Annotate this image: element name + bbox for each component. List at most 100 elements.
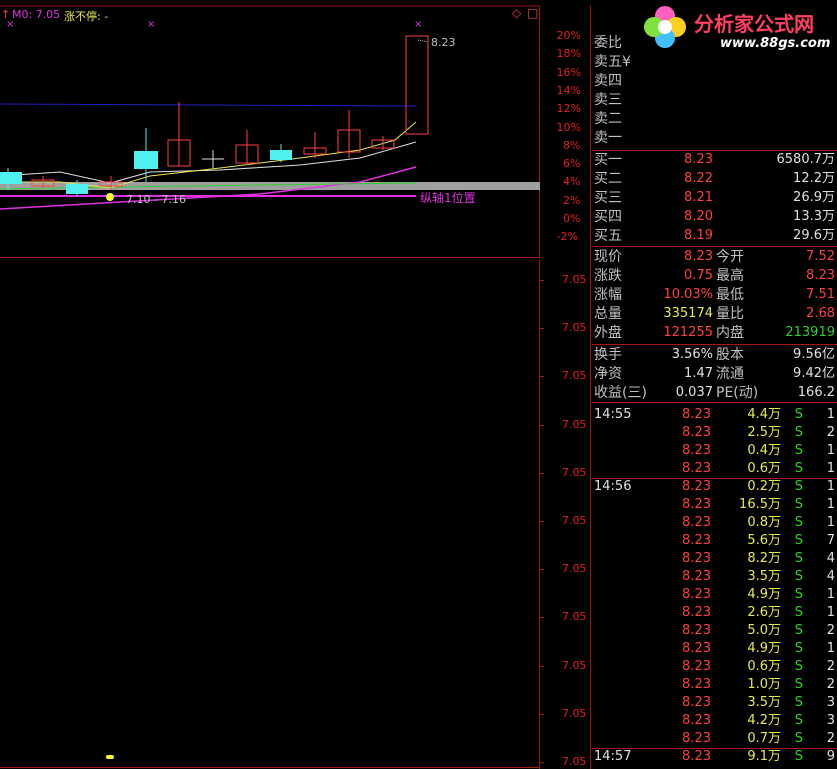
trade-volume: 8.2万 [747,551,781,566]
trade-row[interactable]: 8.23 5.0万 S 2 [592,622,837,640]
trade-row[interactable]: 14:57 8.23 9.1万 S 9 [592,748,837,766]
trade-count: 4 [826,569,835,584]
y-tick-label: 7.05 [562,369,587,383]
quote-value: 7.51 [806,287,835,302]
trade-row[interactable]: 8.23 5.6万 S 7 [592,532,837,550]
trade-count: 9 [826,749,835,764]
trade-time: 14:55 [594,407,632,422]
trade-price: 8.23 [682,587,711,602]
kline-chart[interactable]: × × × [0,0,540,258]
sell-label: 卖二 [594,111,622,127]
x-marker: × [147,19,155,30]
buy-row[interactable]: 买五 8.19 29.6万 [592,227,837,245]
sell-row[interactable]: 卖一 [592,129,837,147]
buy-volume: 12.2万 [793,171,835,186]
trade-price: 8.23 [682,677,711,692]
trade-price: 8.23 [682,749,711,764]
buy-price: 8.19 [684,228,713,243]
sell-row[interactable]: 卖二 [592,110,837,128]
quote-value: 7.52 [806,249,835,264]
trade-side: S [794,533,803,548]
trade-price: 8.23 [682,533,711,548]
trade-row[interactable]: 8.23 2.5万 S 2 [592,424,837,442]
axis-note: 纵轴1位置 [420,191,476,205]
quote-row: 涨幅 10.03% 最低 7.51 [592,286,837,304]
trade-row[interactable]: 8.23 4.9万 S 1 [592,640,837,658]
volume-chart[interactable] [0,260,540,769]
trade-volume: 4.9万 [747,641,781,656]
buy-label: 买二 [594,171,622,187]
quote-label: 总量 [594,306,622,322]
trade-count: 2 [826,731,835,746]
quote-label: 今开 [716,249,744,265]
sell-row[interactable]: 卖五 ¥ [592,53,837,71]
fundamental-value: 9.56亿 [793,347,835,362]
resistance-line [0,103,417,107]
window-icon[interactable]: □ [527,6,538,20]
fundamental-row: 收益(三) 0.037 PE(动) 166.2 [592,384,837,402]
y-tick-mark [540,472,544,474]
trade-row[interactable]: 8.23 0.6万 S 2 [592,658,837,676]
trade-count: 1 [826,515,835,530]
trade-row[interactable]: 14:55 8.23 4.4万 S 1 [592,406,837,424]
trade-row[interactable]: 8.23 3.5万 S 3 [592,694,837,712]
trade-volume: 0.6万 [747,659,781,674]
trade-side: S [794,407,803,422]
quote-label: 量比 [716,306,744,322]
trade-side: S [794,515,803,530]
quote-value: 10.03% [663,287,713,302]
trade-volume: 9.1万 [747,749,781,764]
buy-row[interactable]: 买一 8.23 6580.7万 [592,151,837,169]
trade-volume: 5.0万 [747,623,781,638]
trade-row[interactable]: 8.23 4.9万 S 1 [592,586,837,604]
trade-row[interactable]: 8.23 0.8万 S 1 [592,514,837,532]
y-tick-mark [540,713,544,715]
trade-side: S [794,425,803,440]
y-tick-label: 7.05 [562,514,587,527]
trade-volume: 0.6万 [747,461,781,476]
trade-row[interactable]: 8.23 4.2万 S 3 [592,712,837,730]
trade-price: 8.23 [682,695,711,710]
buy-row[interactable]: 买四 8.20 13.3万 [592,208,837,226]
yen-icon: ¥ [622,54,631,70]
diamond-icon[interactable]: ◇ [512,6,521,20]
trade-volume: 5.6万 [747,533,781,548]
buy-price: 8.20 [684,209,713,224]
trade-row[interactable]: 8.23 2.6万 S 1 [592,604,837,622]
buy-row[interactable]: 买二 8.22 12.2万 [592,170,837,188]
fundamental-value: 0.037 [675,385,713,400]
y-tick-mark [540,569,544,571]
trade-side: S [794,605,803,620]
trade-row[interactable]: 8.23 16.5万 S 1 [592,496,837,514]
trade-volume: 2.6万 [747,605,781,620]
y-tick-mark [540,665,544,667]
buy-label: 买三 [594,190,622,206]
trade-row[interactable]: 8.23 8.2万 S 4 [592,550,837,568]
sell-row[interactable]: 卖三 [592,91,837,109]
trade-row[interactable]: 14:56 8.23 0.2万 S 1 [592,478,837,496]
trade-row[interactable]: 8.23 0.7万 S 2 [592,730,837,748]
trade-row[interactable]: 8.23 3.5万 S 4 [592,568,837,586]
trade-count: 1 [826,497,835,512]
buy-row[interactable]: 买三 8.21 26.9万 [592,189,837,207]
quote-label: 最低 [716,287,744,303]
y-tick-mark [540,424,544,426]
trade-side: S [794,551,803,566]
buy-price: 8.23 [684,152,713,167]
y-tick-label: 7.05 [562,273,587,286]
trade-side: S [794,569,803,584]
trade-side: S [794,695,803,710]
fundamental-label: 流通 [716,366,744,382]
quote-panel: 委比 卖五 ¥ 卖四 卖三 卖二 卖一 买一 8.23 6580.7万 买二 8.22 12.2万买… [592,0,837,769]
fundamental-label: 股本 [716,347,744,363]
trade-count: 4 [826,551,835,566]
fundamental-value: 9.42亿 [793,366,835,381]
sell-row[interactable]: 卖四 [592,72,837,90]
trade-price: 8.23 [682,551,711,566]
quote-label: 涨幅 [594,287,622,303]
trade-side: S [794,659,803,674]
trade-row[interactable]: 8.23 0.6万 S 1 [592,460,837,478]
trade-row[interactable]: 8.23 0.4万 S 1 [592,442,837,460]
trade-row[interactable]: 8.23 1.0万 S 2 [592,676,837,694]
quote-value: 2.68 [806,306,835,321]
